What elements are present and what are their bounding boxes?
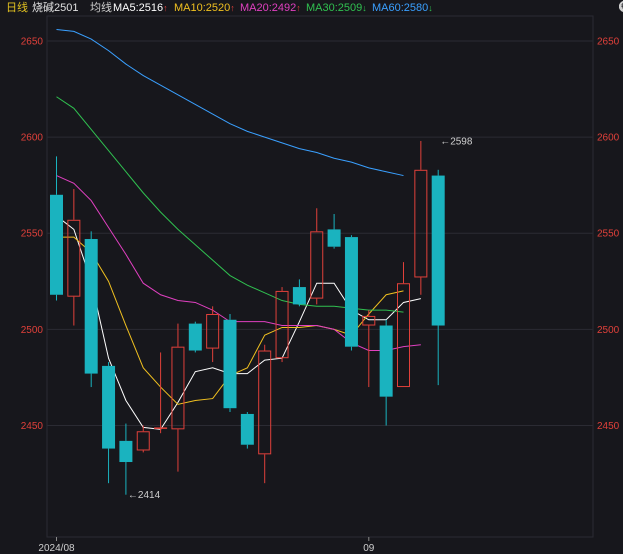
candle-body-up — [258, 350, 272, 455]
y-tick-label-right: 2650 — [597, 36, 620, 47]
candle — [102, 362, 116, 484]
candle — [223, 313, 237, 413]
x-tick-label: 2024/08 — [38, 543, 75, 554]
y-tick-label-right: 2600 — [597, 133, 620, 144]
y-tick-label-left: 2650 — [21, 36, 44, 47]
candle-body-down — [50, 194, 63, 295]
candle-body-up — [206, 313, 220, 349]
candle-body-up — [154, 427, 168, 429]
candle — [327, 214, 341, 249]
candle-body-up — [414, 169, 428, 278]
candle-body-down — [84, 239, 98, 374]
candle — [292, 279, 306, 307]
candle — [344, 235, 358, 351]
candle-body-down — [188, 323, 202, 351]
candle-body-down — [119, 440, 133, 463]
candle — [154, 352, 168, 434]
y-tick-label-left: 2450 — [21, 421, 44, 432]
candle-body-up — [397, 283, 410, 388]
kline-chart-panel[interactable]: 日线 烧碱2501 均线 MA5:2516↑ MA10:2520↑ MA20:2… — [0, 0, 623, 554]
ma-line-ma20 — [56, 175, 421, 352]
y-tick-label-left: 2500 — [21, 325, 44, 336]
candle — [84, 231, 98, 388]
y-tick-label-left: 2600 — [21, 133, 44, 144]
candle — [67, 189, 81, 326]
candle — [188, 321, 202, 353]
candle — [240, 412, 254, 449]
candle-body-down — [240, 413, 254, 445]
candle — [431, 169, 445, 386]
candle — [119, 423, 133, 495]
x-tick-label: 09 — [363, 543, 375, 554]
candle-body-down — [223, 319, 237, 409]
candle — [397, 262, 410, 388]
price-annotation: ←2598 — [440, 136, 473, 147]
y-tick-label-left: 2550 — [21, 229, 44, 240]
candle-body-down — [292, 287, 306, 305]
candle-body-down — [344, 237, 358, 347]
candle-body-up — [67, 219, 81, 297]
candle-body-down — [327, 229, 341, 247]
candle-body-down — [379, 325, 393, 397]
price-annotation: ←2414 — [128, 490, 161, 501]
candle — [379, 319, 393, 426]
candle — [258, 344, 272, 484]
candle-body-up — [171, 346, 185, 430]
ma-line-ma60 — [56, 28, 404, 177]
kline-plot[interactable]: 2650 2650 2600 2600 2550 2550 2500 2500 2450 2450… — [0, 0, 623, 554]
candle-body-down — [431, 175, 445, 326]
y-tick-label-right: 2500 — [597, 325, 620, 336]
candle-body-up — [310, 231, 324, 299]
y-tick-label-right: 2550 — [597, 229, 620, 240]
candle — [136, 425, 150, 453]
y-tick-label-right: 2450 — [597, 421, 620, 432]
candle — [206, 306, 220, 363]
candle — [310, 208, 324, 305]
candle — [171, 323, 185, 472]
candle — [414, 140, 428, 295]
candle-body-down — [102, 365, 116, 449]
candle-body-up — [136, 431, 150, 451]
